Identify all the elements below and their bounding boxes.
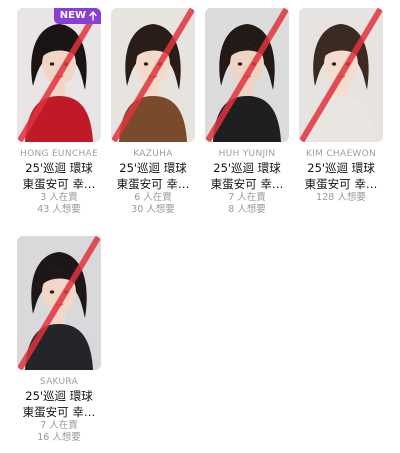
listing-title[interactable]: 25'巡迴 環球 東蛋安可 幸… <box>12 160 106 192</box>
sellers-count: 6 人在賣 <box>134 192 172 203</box>
member-name: KAZUHA <box>133 149 173 159</box>
listing-title[interactable]: 25'巡迴 環球 東蛋安可 幸… <box>12 388 106 420</box>
wants-count: 43 人想要 <box>37 204 81 215</box>
sellers-count: 3 人在賣 <box>40 192 78 203</box>
member-name: HONG EUNCHAE <box>20 149 98 159</box>
new-badge-label: NEW <box>59 10 86 21</box>
photocard-item[interactable]: NEW HONG EUNCHAE 25'巡迴 環球 東蛋安可 幸… 3 人在賣 4… <box>12 8 106 216</box>
sellers-count: 7 人在賣 <box>228 192 266 203</box>
member-name: HUH YUNJIN <box>218 149 276 159</box>
photocard-item[interactable]: KAZUHA 25'巡迴 環球 東蛋安可 幸… 6 人在賣 30 人想要 <box>106 8 200 216</box>
photocard-image[interactable] <box>299 8 383 142</box>
photocard-image[interactable] <box>111 8 195 142</box>
wants-count: 8 人想要 <box>228 204 266 215</box>
sellers-count: 7 人在賣 <box>40 420 78 431</box>
photocard-image[interactable] <box>205 8 289 142</box>
sold-out-strike-icon <box>17 8 101 142</box>
photocard-grid: NEW HONG EUNCHAE 25'巡迴 環球 東蛋安可 幸… 3 人在賣 4… <box>0 0 400 453</box>
sold-out-strike-icon <box>17 236 101 370</box>
photocard-item[interactable]: SAKURA 25'巡迴 環球 東蛋安可 幸… 7 人在賣 16 人想要 <box>12 236 106 444</box>
listing-title[interactable]: 25'巡迴 環球 東蛋安可 幸… <box>294 160 388 192</box>
photocard-item[interactable]: KIM CHAEWON 25'巡迴 環球 東蛋安可 幸… 128 人想要 <box>294 8 388 204</box>
member-name: SAKURA <box>39 377 79 387</box>
wants-count: 128 人想要 <box>316 192 366 203</box>
photocard-image[interactable] <box>17 236 101 370</box>
wants-count: 30 人想要 <box>131 204 175 215</box>
listing-title[interactable]: 25'巡迴 環球 東蛋安可 幸… <box>106 160 200 192</box>
sold-out-strike-icon <box>299 8 383 142</box>
sold-out-strike-icon <box>111 8 195 142</box>
listing-title[interactable]: 25'巡迴 環球 東蛋安可 幸… <box>200 160 294 192</box>
wants-count: 16 人想要 <box>37 432 81 443</box>
sold-out-strike-icon <box>205 8 289 142</box>
new-badge: NEW <box>53 8 101 24</box>
member-name: KIM CHAEWON <box>305 149 377 159</box>
photocard-image[interactable]: NEW <box>17 8 101 142</box>
photocard-item[interactable]: HUH YUNJIN 25'巡迴 環球 東蛋安可 幸… 7 人在賣 8 人想要 <box>200 8 294 216</box>
arrow-up-icon <box>89 11 97 21</box>
